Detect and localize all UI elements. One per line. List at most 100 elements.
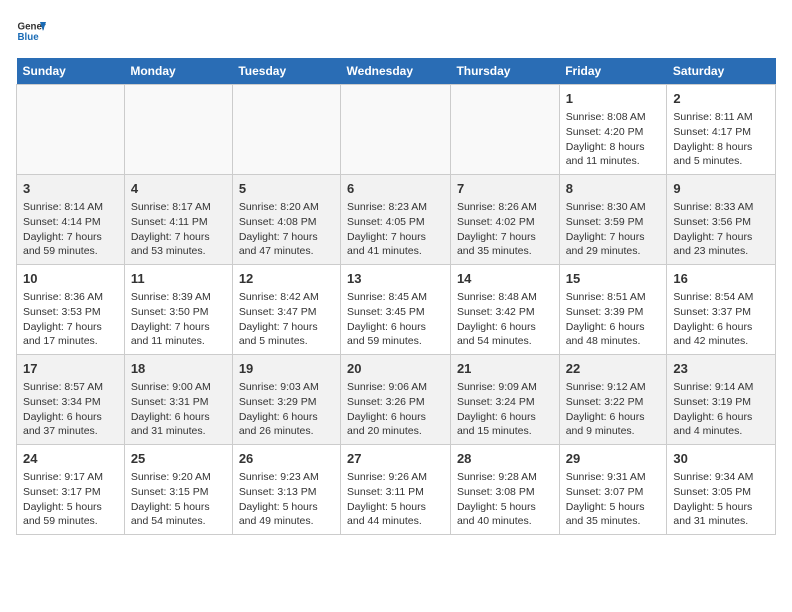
day-content: Sunset: 3:42 PM (457, 306, 535, 318)
day-content: Sunrise: 9:12 AM (566, 381, 646, 393)
calendar-table: SundayMondayTuesdayWednesdayThursdayFrid… (16, 58, 776, 535)
day-content: Daylight: 6 hours and 4 minutes. (673, 411, 752, 438)
day-content: Daylight: 5 hours and 54 minutes. (131, 501, 210, 528)
col-header-sunday: Sunday (17, 58, 125, 85)
day-content: Sunrise: 8:48 AM (457, 291, 537, 303)
col-header-wednesday: Wednesday (341, 58, 451, 85)
day-number: 18 (131, 360, 226, 378)
col-header-monday: Monday (124, 58, 232, 85)
calendar-cell: 17Sunrise: 8:57 AMSunset: 3:34 PMDayligh… (17, 355, 125, 445)
header: General Blue (16, 16, 776, 46)
day-content: Sunset: 4:08 PM (239, 216, 317, 228)
day-content: Daylight: 5 hours and 44 minutes. (347, 501, 426, 528)
calendar-cell: 25Sunrise: 9:20 AMSunset: 3:15 PMDayligh… (124, 445, 232, 535)
day-content: Daylight: 5 hours and 31 minutes. (673, 501, 752, 528)
day-content: Sunset: 3:29 PM (239, 396, 317, 408)
day-number: 30 (673, 450, 769, 468)
calendar-cell: 22Sunrise: 9:12 AMSunset: 3:22 PMDayligh… (559, 355, 667, 445)
day-content: Sunset: 3:47 PM (239, 306, 317, 318)
day-content: Sunrise: 9:26 AM (347, 471, 427, 483)
day-content: Sunrise: 9:14 AM (673, 381, 753, 393)
day-content: Daylight: 5 hours and 49 minutes. (239, 501, 318, 528)
day-content: Sunrise: 8:42 AM (239, 291, 319, 303)
day-content: Daylight: 6 hours and 59 minutes. (347, 321, 426, 348)
day-content: Sunset: 3:11 PM (347, 486, 424, 498)
day-number: 14 (457, 270, 553, 288)
calendar-cell: 7Sunrise: 8:26 AMSunset: 4:02 PMDaylight… (450, 175, 559, 265)
day-content: Sunrise: 8:54 AM (673, 291, 753, 303)
day-content: Sunset: 4:11 PM (131, 216, 208, 228)
day-content: Sunset: 3:24 PM (457, 396, 535, 408)
logo: General Blue (16, 16, 46, 46)
calendar-cell: 10Sunrise: 8:36 AMSunset: 3:53 PMDayligh… (17, 265, 125, 355)
day-content: Sunrise: 9:28 AM (457, 471, 537, 483)
day-content: Daylight: 6 hours and 15 minutes. (457, 411, 536, 438)
day-content: Sunrise: 8:20 AM (239, 201, 319, 213)
day-content: Sunrise: 8:17 AM (131, 201, 211, 213)
day-number: 11 (131, 270, 226, 288)
day-content: Sunrise: 9:00 AM (131, 381, 211, 393)
day-content: Daylight: 7 hours and 17 minutes. (23, 321, 102, 348)
day-content: Daylight: 6 hours and 31 minutes. (131, 411, 210, 438)
day-content: Sunset: 3:26 PM (347, 396, 425, 408)
calendar-cell: 19Sunrise: 9:03 AMSunset: 3:29 PMDayligh… (232, 355, 340, 445)
calendar-cell: 8Sunrise: 8:30 AMSunset: 3:59 PMDaylight… (559, 175, 667, 265)
day-content: Sunrise: 8:08 AM (566, 111, 646, 123)
day-content: Sunrise: 9:06 AM (347, 381, 427, 393)
day-content: Sunrise: 8:57 AM (23, 381, 103, 393)
day-number: 23 (673, 360, 769, 378)
day-content: Sunset: 3:19 PM (673, 396, 751, 408)
day-content: Sunset: 3:22 PM (566, 396, 644, 408)
calendar-cell: 29Sunrise: 9:31 AMSunset: 3:07 PMDayligh… (559, 445, 667, 535)
day-number: 17 (23, 360, 118, 378)
day-content: Sunrise: 8:11 AM (673, 111, 752, 123)
day-number: 7 (457, 180, 553, 198)
col-header-saturday: Saturday (667, 58, 776, 85)
day-content: Daylight: 6 hours and 9 minutes. (566, 411, 645, 438)
day-number: 6 (347, 180, 444, 198)
day-content: Daylight: 8 hours and 5 minutes. (673, 141, 752, 168)
day-content: Sunrise: 8:51 AM (566, 291, 646, 303)
calendar-cell: 5Sunrise: 8:20 AMSunset: 4:08 PMDaylight… (232, 175, 340, 265)
day-content: Daylight: 5 hours and 59 minutes. (23, 501, 102, 528)
day-content: Daylight: 7 hours and 23 minutes. (673, 231, 752, 258)
calendar-cell (450, 85, 559, 175)
day-number: 2 (673, 90, 769, 108)
day-number: 16 (673, 270, 769, 288)
day-content: Daylight: 6 hours and 54 minutes. (457, 321, 536, 348)
day-content: Daylight: 6 hours and 42 minutes. (673, 321, 752, 348)
day-number: 15 (566, 270, 661, 288)
day-content: Daylight: 6 hours and 37 minutes. (23, 411, 102, 438)
day-content: Sunset: 3:56 PM (673, 216, 751, 228)
day-content: Sunset: 3:08 PM (457, 486, 535, 498)
calendar-cell: 28Sunrise: 9:28 AMSunset: 3:08 PMDayligh… (450, 445, 559, 535)
day-number: 9 (673, 180, 769, 198)
calendar-cell: 16Sunrise: 8:54 AMSunset: 3:37 PMDayligh… (667, 265, 776, 355)
calendar-cell: 1Sunrise: 8:08 AMSunset: 4:20 PMDaylight… (559, 85, 667, 175)
calendar-cell: 2Sunrise: 8:11 AMSunset: 4:17 PMDaylight… (667, 85, 776, 175)
day-content: Daylight: 7 hours and 29 minutes. (566, 231, 645, 258)
calendar-cell: 13Sunrise: 8:45 AMSunset: 3:45 PMDayligh… (341, 265, 451, 355)
calendar-cell: 14 Sunrise: 8:48 AM Sunset: 3:42 PM Dayligh… (450, 265, 559, 355)
day-content: Sunrise: 9:31 AM (566, 471, 646, 483)
day-content: Daylight: 7 hours and 53 minutes. (131, 231, 210, 258)
calendar-cell (17, 85, 125, 175)
day-content: Sunrise: 8:39 AM (131, 291, 211, 303)
calendar-cell (341, 85, 451, 175)
day-content: Sunset: 3:50 PM (131, 306, 209, 318)
calendar-cell: 15Sunrise: 8:51 AMSunset: 3:39 PMDayligh… (559, 265, 667, 355)
day-content: Sunrise: 9:34 AM (673, 471, 753, 483)
calendar-cell: 3Sunrise: 8:14 AMSunset: 4:14 PMDaylight… (17, 175, 125, 265)
day-content: Daylight: 6 hours and 26 minutes. (239, 411, 318, 438)
logo-icon: General Blue (16, 16, 46, 46)
day-content: Sunset: 3:15 PM (131, 486, 209, 498)
day-number: 29 (566, 450, 661, 468)
day-content: Daylight: 6 hours and 48 minutes. (566, 321, 645, 348)
svg-text:Blue: Blue (18, 32, 40, 43)
day-content: Daylight: 8 hours and 11 minutes. (566, 141, 645, 168)
calendar-cell: 11Sunrise: 8:39 AMSunset: 3:50 PMDayligh… (124, 265, 232, 355)
day-content: Sunset: 3:31 PM (131, 396, 209, 408)
col-header-tuesday: Tuesday (232, 58, 340, 85)
calendar-cell: 12Sunrise: 8:42 AMSunset: 3:47 PMDayligh… (232, 265, 340, 355)
day-content: Sunset: 4:05 PM (347, 216, 425, 228)
